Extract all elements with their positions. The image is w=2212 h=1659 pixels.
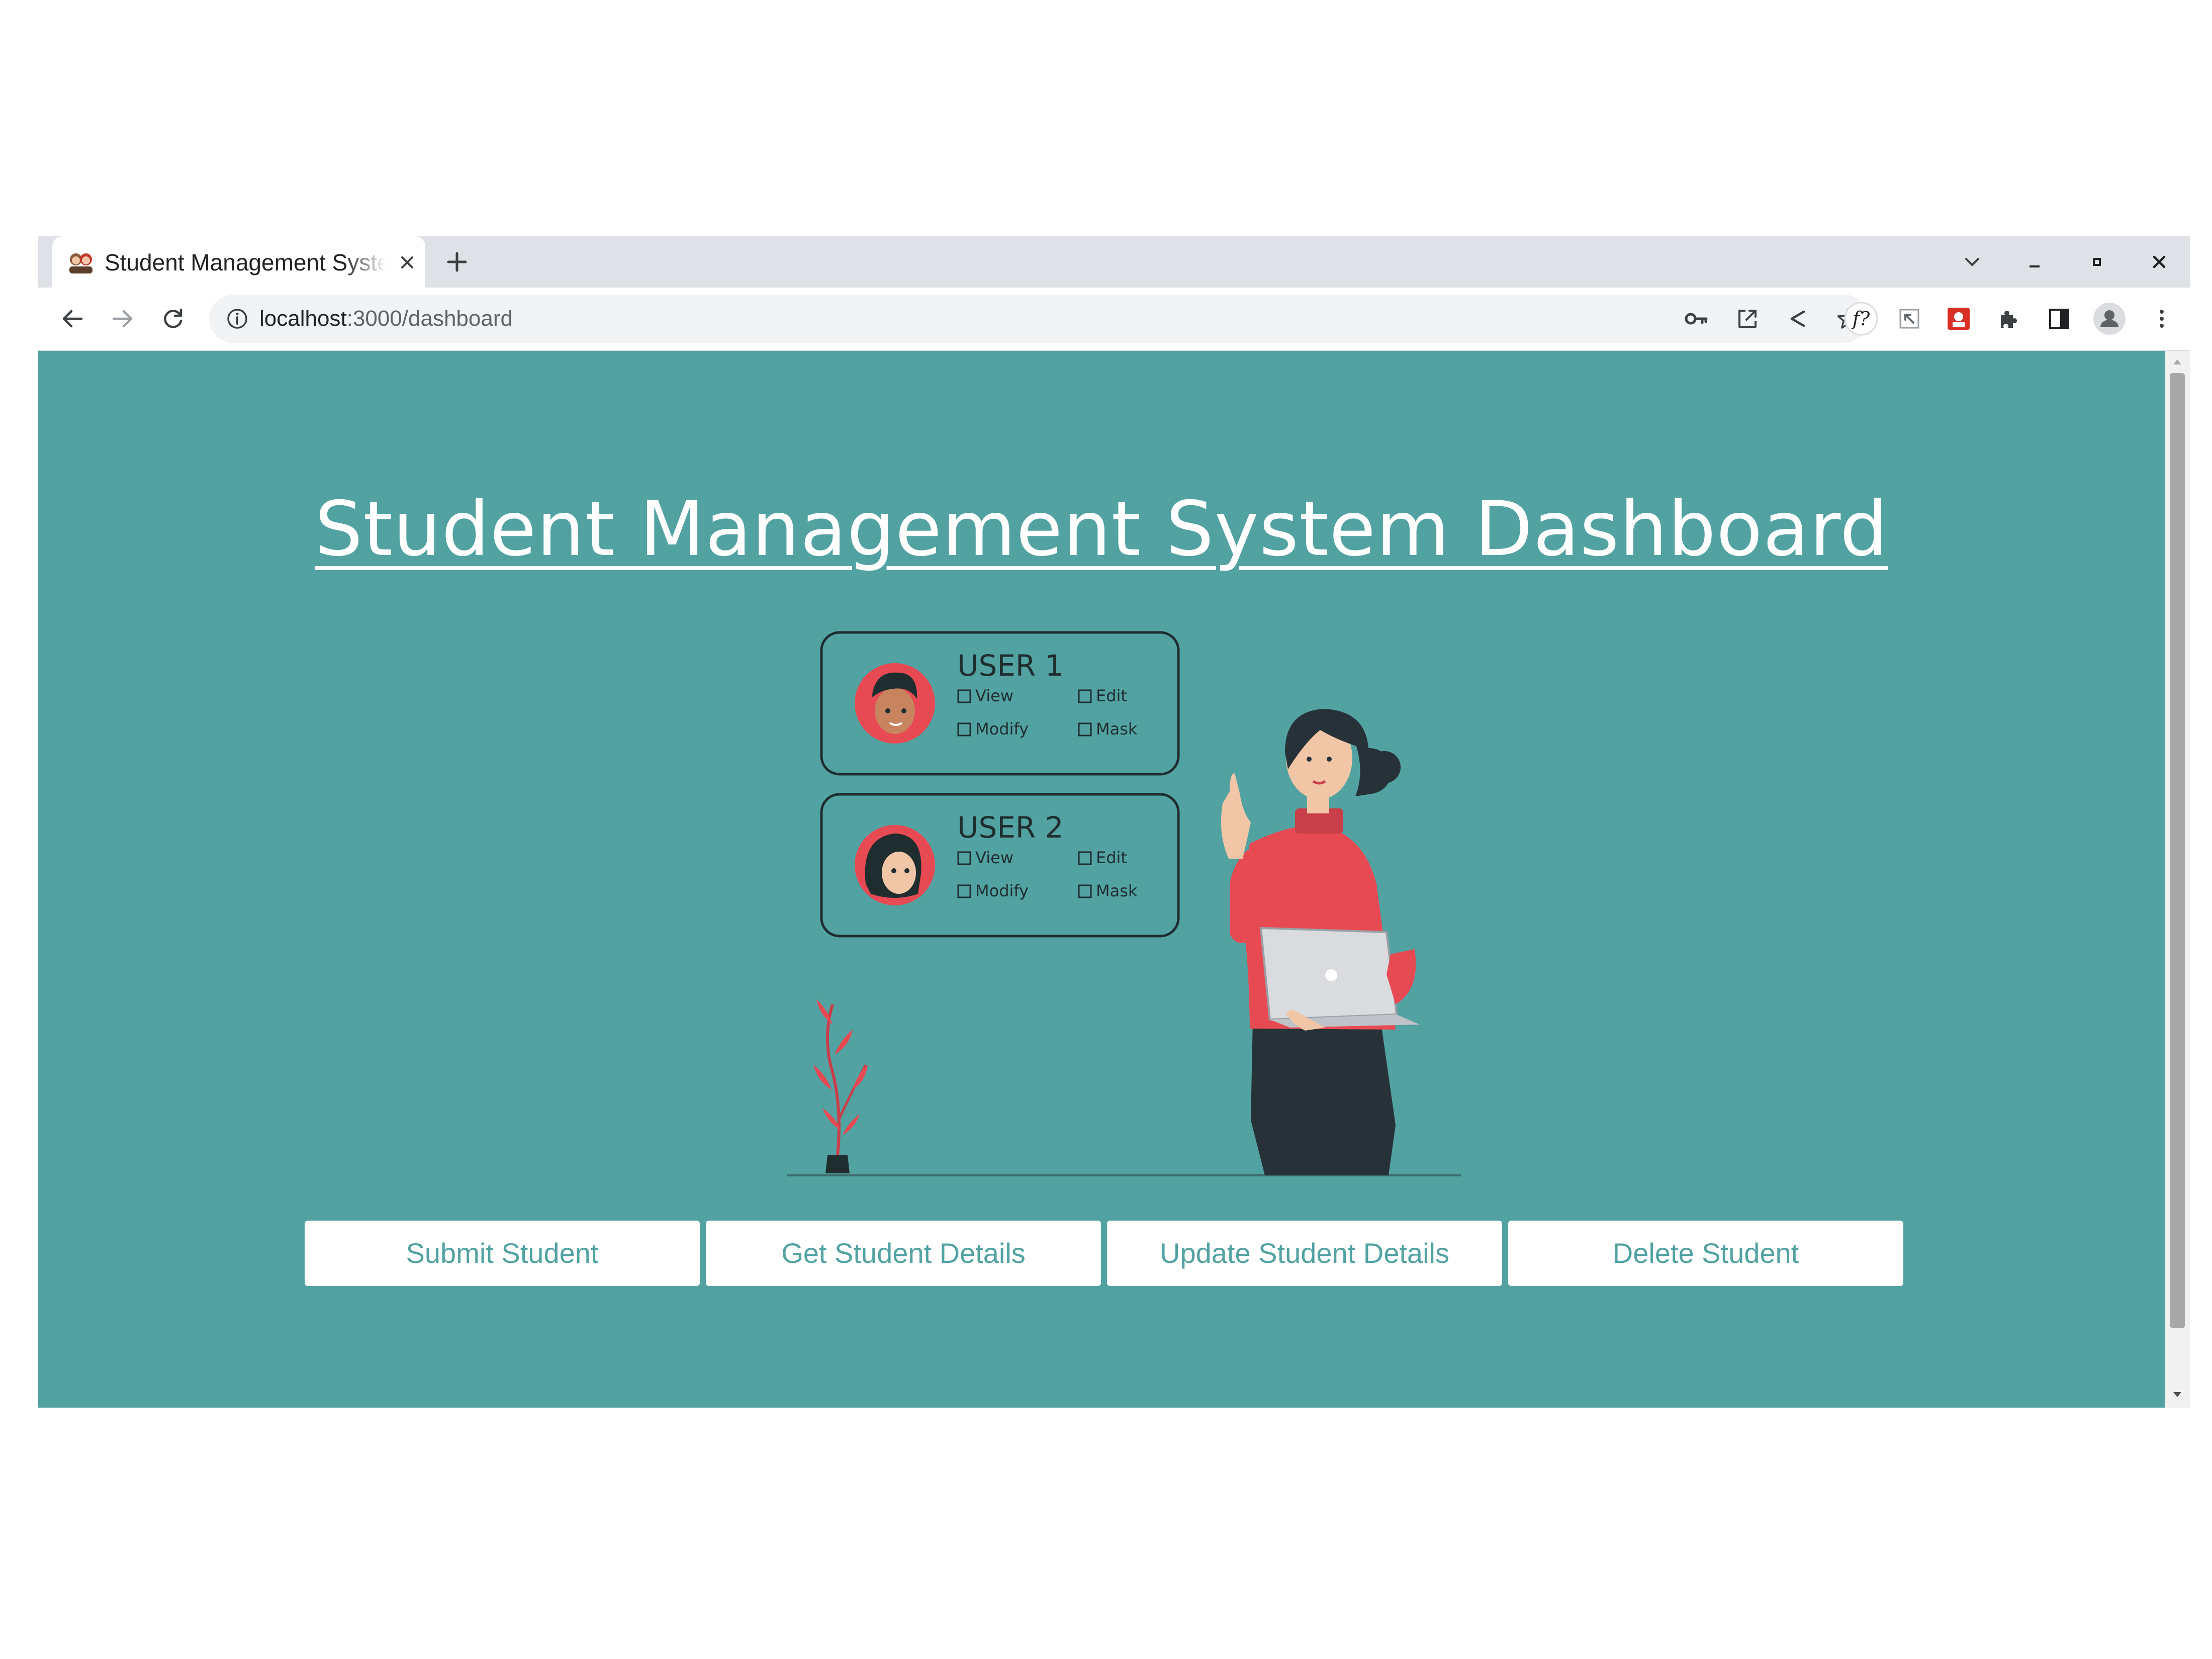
browser-tab[interactable]: Student Management System bbox=[52, 236, 425, 288]
browser-toolbar: localhost:3000/dashboard f? bbox=[38, 288, 2190, 351]
back-arrow-icon[interactable] bbox=[59, 306, 85, 332]
puzzle-extensions-icon[interactable] bbox=[1996, 306, 2022, 332]
tab-search-chevron-icon[interactable] bbox=[1960, 249, 1985, 274]
user2-mask-label: Mask bbox=[1096, 881, 1138, 900]
font-finder-icon[interactable]: f? bbox=[1843, 301, 1879, 337]
new-tab-icon[interactable] bbox=[444, 249, 470, 274]
user2-view-label: View bbox=[975, 848, 1013, 867]
user1-mask-label: Mask bbox=[1096, 719, 1138, 739]
user2-avatar-icon bbox=[855, 825, 935, 905]
restore-icon[interactable] bbox=[2084, 249, 2109, 274]
browser-window: Student Management System localhost:3000… bbox=[38, 236, 2190, 1408]
forward-arrow-icon[interactable] bbox=[110, 306, 136, 332]
user2-label: USER 2 bbox=[957, 810, 1064, 845]
students-favicon-icon bbox=[69, 253, 93, 273]
delete-student-button[interactable]: Delete Student bbox=[1508, 1221, 1903, 1286]
info-icon[interactable] bbox=[225, 307, 249, 331]
user1-label: USER 1 bbox=[957, 649, 1064, 683]
user-card-1: USER 1 View Edit Modify Mask bbox=[820, 631, 1180, 776]
cursor-extension-icon[interactable] bbox=[1896, 306, 1922, 332]
plant-icon bbox=[813, 999, 868, 1173]
page-title: Student Management System Dashboard bbox=[315, 486, 1888, 573]
close-window-icon[interactable] bbox=[2147, 249, 2172, 274]
red-extension-icon[interactable] bbox=[1946, 306, 1972, 332]
tab-strip: Student Management System bbox=[38, 236, 2190, 288]
minimize-icon[interactable] bbox=[2022, 249, 2047, 274]
update-student-details-button[interactable]: Update Student Details bbox=[1107, 1221, 1502, 1286]
user2-edit-label: Edit bbox=[1096, 848, 1127, 867]
tab-title: Student Management System bbox=[105, 249, 386, 275]
side-panel-icon[interactable] bbox=[2046, 306, 2072, 332]
url-path: :3000/dashboard bbox=[346, 306, 513, 331]
url-text: localhost:3000/dashboard bbox=[259, 304, 513, 334]
svg-text:f?: f? bbox=[1851, 308, 1870, 330]
get-student-details-button[interactable]: Get Student Details bbox=[706, 1221, 1101, 1286]
scroll-up-arrow-icon[interactable] bbox=[2170, 356, 2185, 368]
user-card-2: USER 2 View Edit Modify Mask bbox=[820, 793, 1180, 938]
action-buttons: Submit Student Get Student Details Updat… bbox=[305, 1221, 1903, 1286]
url-host: localhost bbox=[259, 306, 347, 331]
vertical-scrollbar[interactable] bbox=[2165, 351, 2190, 1408]
address-bar[interactable]: localhost:3000/dashboard bbox=[209, 295, 1868, 343]
dashboard-illustration: USER 1 View Edit Modify Mask USER 2 View… bbox=[787, 631, 1461, 1176]
woman-with-laptop-illustration bbox=[1221, 709, 1420, 1175]
user1-view-label: View bbox=[975, 686, 1013, 705]
user1-edit-label: Edit bbox=[1096, 686, 1127, 705]
profile-icon[interactable] bbox=[2092, 302, 2127, 336]
user2-modify-label: Modify bbox=[975, 881, 1029, 900]
close-tab-icon[interactable] bbox=[397, 252, 417, 272]
kebab-menu-icon[interactable] bbox=[2149, 306, 2175, 332]
submit-student-button[interactable]: Submit Student bbox=[305, 1221, 700, 1286]
user1-modify-label: Modify bbox=[975, 719, 1029, 739]
user1-avatar-icon bbox=[855, 663, 935, 744]
scrollbar-thumb[interactable] bbox=[2170, 373, 2185, 1328]
scroll-down-arrow-icon[interactable] bbox=[2170, 1389, 2185, 1401]
open-in-new-icon[interactable] bbox=[1734, 306, 1761, 332]
reload-icon[interactable] bbox=[160, 306, 186, 332]
key-icon[interactable] bbox=[1683, 306, 1709, 332]
share-icon[interactable] bbox=[1785, 306, 1811, 332]
dashboard-page: Student Management System Dashboard USER… bbox=[38, 351, 2165, 1408]
